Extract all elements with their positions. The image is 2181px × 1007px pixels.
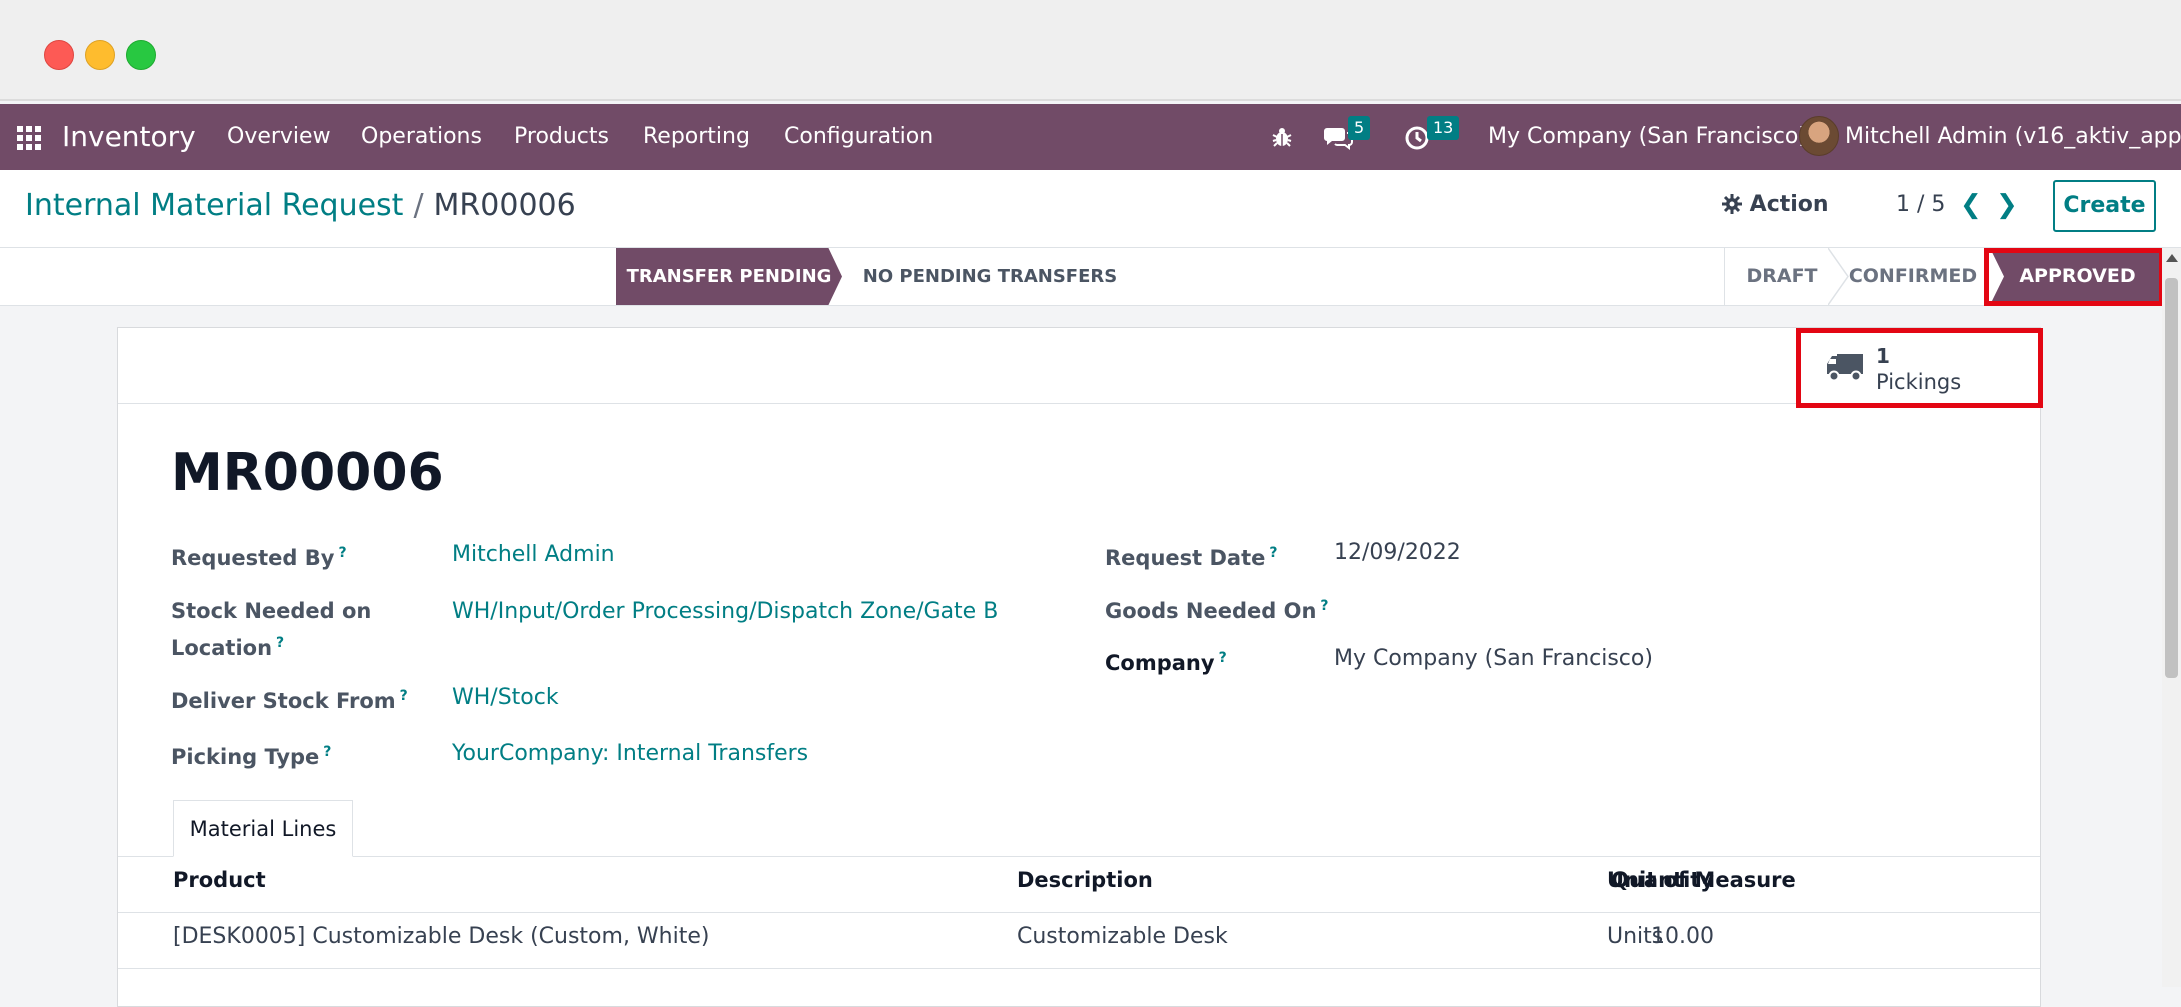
gear-icon — [1722, 194, 1742, 214]
smart-button-box: 1 Pickings — [118, 328, 2040, 404]
menu-overview[interactable]: Overview — [227, 104, 331, 170]
debug-bug-icon[interactable] — [1271, 126, 1293, 148]
requested-by-value[interactable]: Mitchell Admin — [452, 539, 615, 571]
window-titlebar — [0, 0, 2181, 101]
create-button[interactable]: Create — [2053, 180, 2156, 232]
breadcrumb-separator: / — [413, 188, 424, 223]
goods-needed-value[interactable] — [1334, 590, 1734, 622]
main-navbar: Inventory Overview Operations Products R… — [0, 104, 2181, 170]
picking-type-label: Picking Type? — [171, 736, 331, 773]
user-avatar[interactable] — [1799, 116, 1839, 156]
stock-needed-label-line2: Location — [171, 636, 273, 660]
stage-confirmed[interactable]: CONFIRMED — [1838, 248, 1988, 305]
help-tooltip-icon[interactable]: ? — [338, 545, 346, 561]
messages-badge: 5 — [1348, 116, 1371, 140]
record-title: MR00006 — [171, 443, 444, 503]
close-window-button[interactable] — [44, 40, 74, 70]
status-bar: TRANSFER PENDING NO PENDING TRANSFERS DR… — [0, 248, 2181, 306]
control-panel: Internal Material Request / MR00006 Action… — [0, 170, 2181, 248]
no-pending-transfers-button[interactable]: NO PENDING TRANSFERS — [860, 248, 1120, 305]
user-menu[interactable]: Mitchell Admin (v16_aktiv_apps) — [1845, 104, 2181, 170]
form-sheet: 1 Pickings MR00006 Requested By? Mitchel… — [117, 327, 2041, 1007]
action-button[interactable]: Action — [1722, 192, 1829, 217]
notebook-tab-line — [118, 856, 2040, 857]
help-tooltip-icon[interactable]: ? — [1269, 545, 1277, 561]
cell-product[interactable]: [DESK0005] Customizable Desk (Custom, Wh… — [173, 924, 710, 949]
deliver-from-label-text: Deliver Stock From — [171, 689, 396, 713]
column-header-product[interactable]: Product — [173, 868, 266, 892]
apps-menu-icon[interactable] — [17, 126, 41, 150]
requested-by-label-text: Requested By — [171, 546, 335, 570]
column-header-description[interactable]: Description — [1017, 868, 1153, 892]
table-row-divider — [118, 968, 2040, 969]
help-tooltip-icon[interactable]: ? — [1320, 598, 1328, 614]
request-date-value[interactable]: 12/09/2022 — [1334, 537, 1461, 569]
stock-needed-label: Stock Needed on Location? — [171, 595, 371, 664]
pickings-button-highlight — [1796, 328, 2043, 408]
requested-by-label: Requested By? — [171, 537, 347, 574]
breadcrumb-current: MR00006 — [433, 188, 576, 223]
menu-operations[interactable]: Operations — [361, 104, 482, 170]
stage-draft[interactable]: DRAFT — [1724, 248, 1839, 305]
page-scrollbar[interactable] — [2162, 248, 2181, 987]
activities-badge: 13 — [1427, 116, 1460, 140]
menu-configuration[interactable]: Configuration — [784, 104, 933, 170]
pager-value[interactable]: 1 / 5 — [1896, 192, 1945, 217]
request-date-label-text: Request Date — [1105, 546, 1266, 570]
company-label-text: Company — [1105, 651, 1215, 675]
approved-stage-highlight — [1984, 248, 2164, 306]
column-header-uom[interactable]: Unit of Measure — [1607, 868, 1796, 892]
goods-needed-label-text: Goods Needed On — [1105, 599, 1317, 623]
breadcrumb-parent-link[interactable]: Internal Material Request — [25, 188, 403, 223]
breadcrumb: Internal Material Request / MR00006 — [25, 188, 576, 223]
tab-material-lines[interactable]: Material Lines — [173, 800, 353, 857]
cell-description[interactable]: Customizable Desk — [1017, 924, 1228, 949]
request-date-label: Request Date? — [1105, 537, 1278, 574]
transfer-pending-button[interactable]: TRANSFER PENDING — [616, 248, 842, 305]
scroll-up-arrow-icon[interactable] — [2166, 254, 2178, 262]
stock-needed-label-line1: Stock Needed on — [171, 599, 372, 623]
company-switcher[interactable]: My Company (San Francisco) — [1488, 104, 1807, 170]
picking-type-value[interactable]: YourCompany: Internal Transfers — [452, 738, 808, 770]
menu-products[interactable]: Products — [514, 104, 609, 170]
help-tooltip-icon[interactable]: ? — [1219, 650, 1227, 666]
pager-next-icon[interactable]: ❯ — [1996, 190, 2018, 220]
goods-needed-label: Goods Needed On? — [1105, 590, 1329, 627]
help-tooltip-icon[interactable]: ? — [276, 635, 284, 651]
company-value[interactable]: My Company (San Francisco) — [1334, 643, 1653, 675]
menu-reporting[interactable]: Reporting — [643, 104, 750, 170]
help-tooltip-icon[interactable]: ? — [400, 688, 408, 704]
maximize-window-button[interactable] — [126, 40, 156, 70]
cell-uom[interactable]: Units — [1607, 924, 1663, 949]
stock-needed-location-value[interactable]: WH/Input/Order Processing/Dispatch Zone/… — [452, 596, 998, 628]
action-label: Action — [1749, 192, 1829, 217]
table-header-divider — [118, 912, 2040, 913]
help-tooltip-icon[interactable]: ? — [323, 744, 331, 760]
scrollbar-thumb[interactable] — [2165, 278, 2178, 678]
pager-previous-icon[interactable]: ❮ — [1960, 190, 1982, 220]
deliver-from-value[interactable]: WH/Stock — [452, 682, 559, 714]
deliver-from-label: Deliver Stock From? — [171, 680, 408, 717]
picking-type-label-text: Picking Type — [171, 745, 320, 769]
minimize-window-button[interactable] — [85, 40, 115, 70]
company-label: Company? — [1105, 642, 1227, 679]
app-name[interactable]: Inventory — [62, 104, 196, 170]
